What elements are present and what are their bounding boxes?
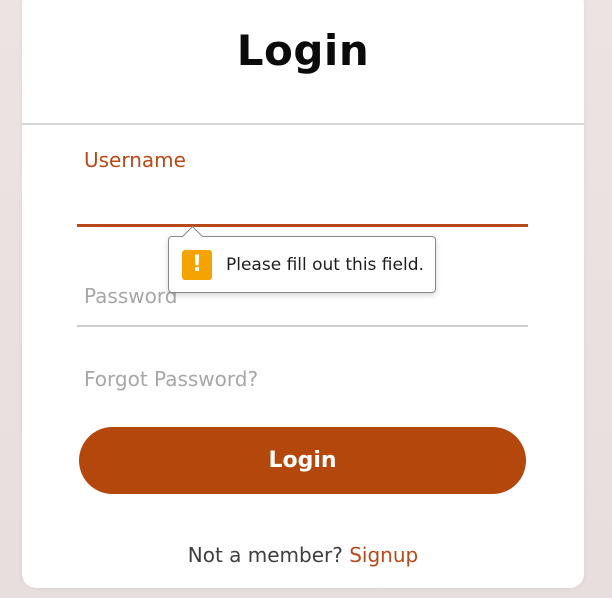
warning-exclamation-icon: ! bbox=[182, 250, 212, 280]
tooltip-message: Please fill out this field. bbox=[226, 255, 424, 275]
username-field[interactable] bbox=[77, 224, 528, 227]
login-button[interactable]: Login bbox=[79, 427, 526, 494]
forgot-password-link[interactable]: Forgot Password? bbox=[84, 367, 258, 391]
signup-link[interactable]: Signup bbox=[349, 543, 418, 567]
username-label: Username bbox=[84, 148, 186, 172]
validation-tooltip: ! Please fill out this field. bbox=[168, 225, 436, 293]
header-divider bbox=[22, 123, 584, 125]
login-card: Login Username Password Forgot Password?… bbox=[22, 0, 584, 588]
page-title: Login bbox=[236, 26, 370, 75]
signup-prompt: Not a member? Signup bbox=[22, 543, 584, 567]
signup-prompt-text: Not a member? bbox=[187, 543, 343, 567]
password-field[interactable]: Password bbox=[84, 284, 177, 308]
password-underline bbox=[77, 325, 528, 327]
